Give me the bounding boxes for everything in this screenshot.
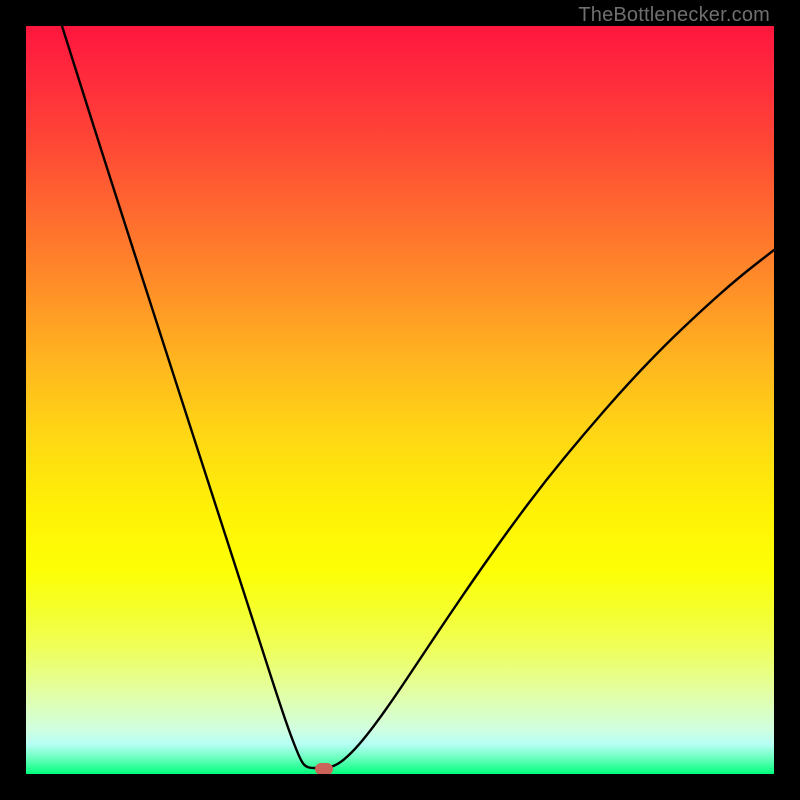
chart-frame: TheBottlenecker.com xyxy=(0,0,800,800)
plot-area xyxy=(26,26,774,774)
gradient-background xyxy=(26,26,774,774)
optimal-point-marker xyxy=(315,763,333,774)
attribution-label: TheBottlenecker.com xyxy=(578,4,770,27)
